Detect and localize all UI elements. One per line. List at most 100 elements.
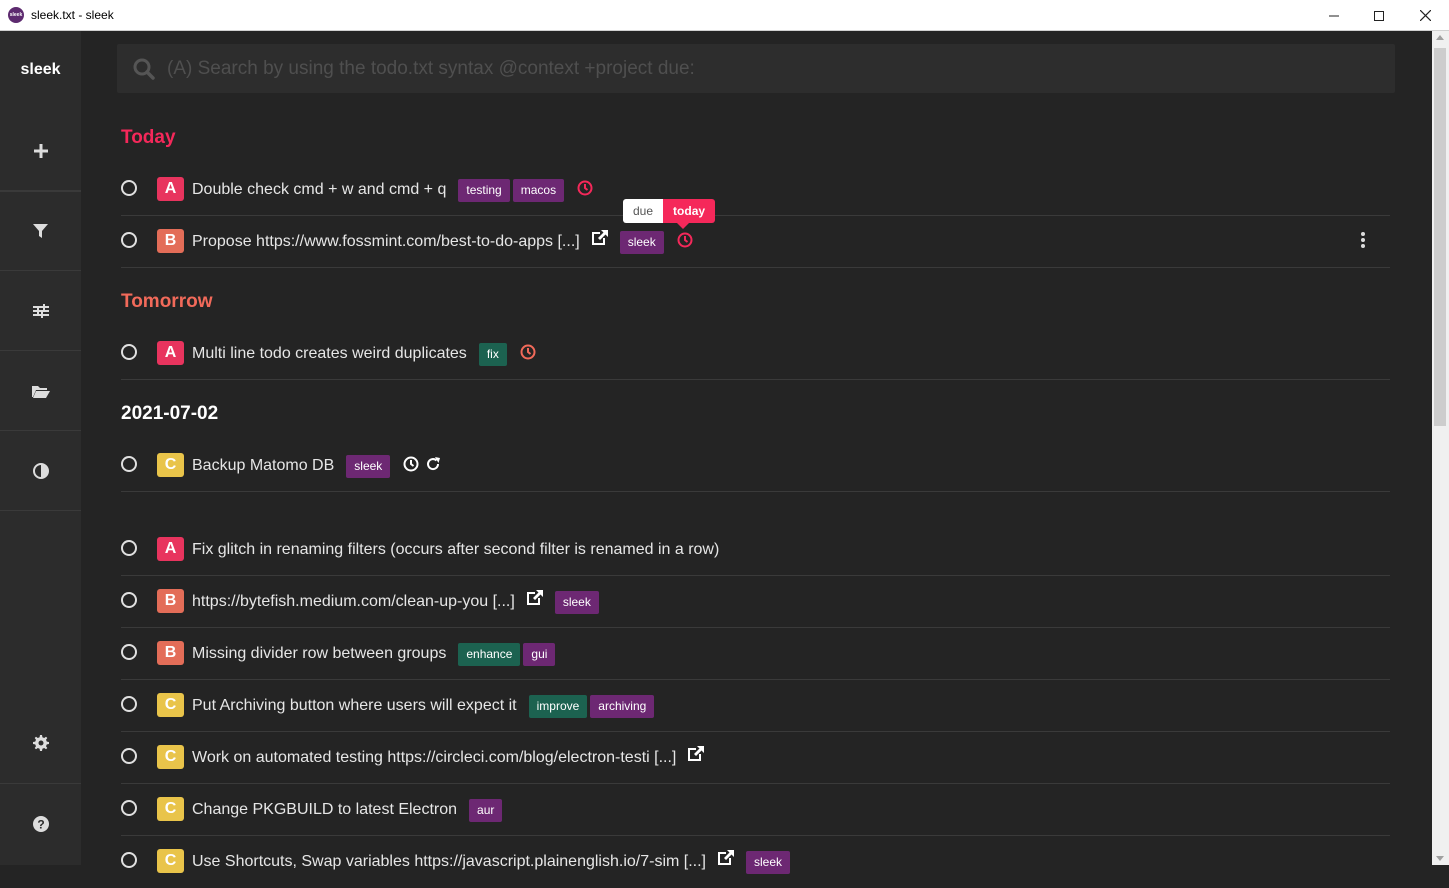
help-button[interactable]: ? bbox=[0, 783, 81, 863]
todo-text[interactable]: Fix glitch in renaming filters (occurs a… bbox=[192, 541, 719, 559]
scroll-thumb[interactable] bbox=[1434, 48, 1446, 426]
todo-content[interactable]: https://bytefish.medium.com/clean-up-you… bbox=[192, 589, 602, 615]
todo-text[interactable]: Backup Matomo DB bbox=[192, 457, 334, 475]
todo-text[interactable]: Multi line todo creates weird duplicates bbox=[192, 345, 467, 363]
complete-checkbox[interactable] bbox=[121, 748, 137, 764]
todo-row[interactable]: A Multi line todo creates weird duplicate… bbox=[121, 328, 1390, 380]
scroll-up-arrow-icon[interactable] bbox=[1436, 35, 1444, 40]
tag-badge[interactable]: improve bbox=[528, 694, 588, 718]
complete-checkbox[interactable] bbox=[121, 540, 137, 556]
due-indicator[interactable] bbox=[403, 456, 419, 477]
external-link-button[interactable] bbox=[688, 745, 705, 767]
todo-content[interactable]: Double check cmd + w and cmd + q testing m… bbox=[192, 177, 593, 203]
todo-row[interactable]: C Change PKGBUILD to latest Electron aur bbox=[121, 784, 1390, 836]
todo-text[interactable]: Put Archiving button where users will ex… bbox=[192, 697, 517, 715]
todo-content[interactable]: Backup Matomo DB sleek bbox=[192, 453, 441, 479]
complete-checkbox[interactable] bbox=[121, 232, 137, 248]
todo-content[interactable]: Work on automated testing https://circle… bbox=[192, 745, 716, 771]
todo-row[interactable]: C Use Shortcuts, Swap variables https://j… bbox=[121, 836, 1390, 888]
complete-checkbox[interactable] bbox=[121, 644, 137, 660]
todo-content[interactable]: Fix glitch in renaming filters (occurs a… bbox=[192, 537, 731, 563]
todo-content[interactable]: Missing divider row between groups enhanc… bbox=[192, 641, 558, 667]
tag-badge[interactable]: aur bbox=[469, 798, 503, 822]
tag-badge[interactable]: sleek bbox=[619, 230, 664, 254]
complete-checkbox[interactable] bbox=[121, 696, 137, 712]
search-input[interactable] bbox=[167, 44, 1367, 93]
sliders-icon bbox=[32, 303, 49, 318]
tag-badge[interactable]: macos bbox=[512, 178, 565, 202]
open-file-button[interactable] bbox=[0, 351, 81, 431]
help-icon: ? bbox=[32, 815, 49, 832]
settings-button[interactable] bbox=[0, 703, 81, 783]
search-bar bbox=[117, 44, 1395, 93]
scroll-down-arrow-icon[interactable] bbox=[1436, 856, 1444, 861]
todo-row[interactable]: C Put Archiving button where users will e… bbox=[121, 680, 1390, 732]
app-icon: sleek bbox=[8, 7, 24, 23]
group-title-date: 2021-07-02 bbox=[121, 403, 219, 424]
tag-badge[interactable]: sleek bbox=[554, 590, 599, 614]
filter-button[interactable] bbox=[0, 191, 81, 271]
tag-badge[interactable]: sleek bbox=[346, 454, 391, 478]
maximize-button[interactable] bbox=[1356, 0, 1402, 31]
title-bar: sleek sleek.txt - sleek bbox=[0, 0, 1449, 31]
todo-row[interactable]: Bhttps://bytefish.medium.com/clean-up-yo… bbox=[121, 576, 1390, 628]
add-todo-button[interactable] bbox=[0, 111, 81, 191]
tag-badge[interactable]: archiving bbox=[590, 694, 655, 718]
todo-content[interactable]: Put Archiving button where users will ex… bbox=[192, 693, 657, 719]
tag-badge[interactable]: gui bbox=[523, 642, 556, 666]
todo-row[interactable]: B Missing divider row between groups enhan… bbox=[121, 628, 1390, 680]
todo-content[interactable]: Multi line todo creates weird duplicates… bbox=[192, 341, 536, 367]
more-options-button[interactable] bbox=[1360, 231, 1366, 254]
due-indicator[interactable] bbox=[677, 232, 693, 253]
external-link-icon bbox=[591, 229, 608, 245]
view-settings-button[interactable] bbox=[0, 271, 81, 351]
tag-badge[interactable]: testing bbox=[458, 178, 510, 202]
todo-content[interactable]: Propose https://www.fossmint.com/best-to… bbox=[192, 229, 693, 255]
complete-checkbox[interactable] bbox=[121, 456, 137, 472]
priority-badge: C bbox=[157, 797, 184, 821]
sidebar-logo: sleek bbox=[20, 61, 61, 78]
todo-row[interactable]: A Fix glitch in renaming filters (occurs … bbox=[121, 524, 1390, 576]
tooltip-label: due bbox=[623, 199, 664, 223]
todo-text[interactable]: Propose https://www.fossmint.com/best-to… bbox=[192, 233, 580, 251]
todo-row[interactable]: B Propose https://www.fossmint.com/best-t… bbox=[121, 216, 1390, 268]
complete-checkbox[interactable] bbox=[121, 800, 137, 816]
todo-text[interactable]: Use Shortcuts, Swap variables https://ja… bbox=[192, 853, 706, 871]
theme-toggle-button[interactable] bbox=[0, 431, 81, 511]
todo-text[interactable]: https://bytefish.medium.com/clean-up-you… bbox=[192, 593, 515, 611]
tag-badge[interactable]: enhance bbox=[458, 642, 521, 666]
todo-row[interactable]: C Work on automated testing https://circl… bbox=[121, 732, 1390, 784]
close-button[interactable] bbox=[1402, 0, 1448, 31]
external-link-icon bbox=[718, 849, 734, 865]
complete-checkbox[interactable] bbox=[121, 180, 137, 196]
todo-text[interactable]: Missing divider row between groups bbox=[192, 645, 446, 663]
todo-content[interactable]: Use Shortcuts, Swap variables https://ja… bbox=[192, 849, 793, 875]
due-tooltip: due today bbox=[623, 199, 716, 229]
due-clock-icon bbox=[520, 344, 536, 359]
todo-row[interactable]: A Double check cmd + w and cmd + q testing… bbox=[121, 164, 1390, 216]
complete-checkbox[interactable] bbox=[121, 852, 137, 868]
complete-checkbox[interactable] bbox=[121, 592, 137, 608]
todo-text[interactable]: Double check cmd + w and cmd + q bbox=[192, 181, 446, 199]
external-link-button[interactable] bbox=[526, 589, 543, 611]
todo-text[interactable]: Change PKGBUILD to latest Electron bbox=[192, 801, 457, 819]
priority-badge: C bbox=[157, 849, 184, 873]
priority-badge: A bbox=[157, 341, 184, 365]
window-title: sleek.txt - sleek bbox=[31, 8, 114, 22]
todo-text[interactable]: Work on automated testing https://circle… bbox=[192, 749, 676, 767]
todo-content[interactable]: Change PKGBUILD to latest Electron aur bbox=[192, 797, 505, 823]
due-indicator[interactable] bbox=[520, 344, 536, 365]
external-link-button[interactable] bbox=[718, 849, 734, 871]
priority-badge: B bbox=[157, 589, 184, 613]
minimize-button[interactable] bbox=[1311, 0, 1357, 31]
tag-badge[interactable]: fix bbox=[478, 342, 507, 366]
recurrence-icon bbox=[427, 456, 441, 470]
complete-checkbox[interactable] bbox=[121, 344, 137, 360]
external-link-button[interactable] bbox=[591, 229, 608, 251]
priority-badge: B bbox=[157, 229, 184, 253]
due-clock-icon bbox=[577, 180, 593, 195]
tag-badge[interactable]: sleek bbox=[746, 850, 791, 874]
todo-row[interactable]: C Backup Matomo DB sleek bbox=[121, 440, 1390, 492]
due-indicator[interactable] bbox=[577, 180, 593, 201]
scrollbar[interactable] bbox=[1432, 31, 1449, 865]
